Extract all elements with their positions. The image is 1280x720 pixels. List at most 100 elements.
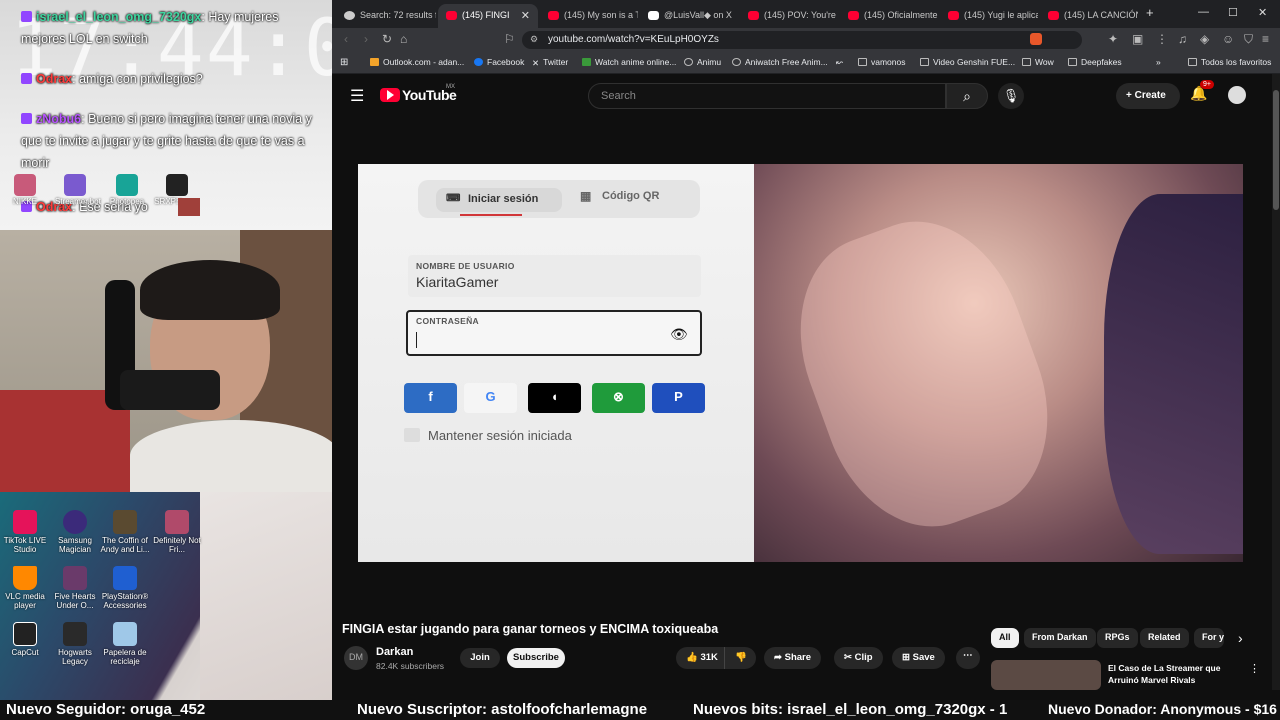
save-playlist-icon: ⊞ [902,652,913,663]
create-button[interactable]: + Create [1116,83,1180,109]
youtube-icon [548,11,559,20]
nikke-icon[interactable] [14,174,36,196]
tab-codigo-qr: ▦ Código QR [580,189,660,203]
ticker-donor: Nuevo Donador: Anonymous - $16 [1048,701,1277,717]
scrollbar-thumb[interactable] [1273,90,1279,210]
all-bookmarks[interactable]: Todos los favoritos [1188,57,1271,67]
user-avatar[interactable] [1228,86,1246,104]
bookmark-facebook[interactable]: Facebook [474,57,524,67]
chip-rpgs[interactable]: RPGs [1097,628,1138,648]
desktop-icon[interactable]: Definitely Not Fri... [152,510,202,554]
desktop-icon[interactable]: Hogwarts Legacy [50,622,100,666]
site-info-icon[interactable]: ⚙ [530,34,538,45]
reload-icon[interactable]: ↻ [382,32,392,46]
bookmark-animu[interactable]: Animu [684,57,721,67]
bookmark-icon[interactable]: ⚐ [504,32,515,46]
menu-more-icon[interactable]: ⋮ [1156,32,1168,46]
clip-button[interactable]: ✂ Clip [834,647,883,669]
bookmark-aniwatch[interactable]: Aniwatch Free Anim... [732,57,828,67]
hamburger-menu-icon[interactable]: ☰ [350,86,364,106]
search-button[interactable]: ⌕ [946,83,988,109]
browser-tab[interactable]: (145) LA CANCIÓN [1040,4,1138,28]
save-button[interactable]: ⊞ Save [892,647,945,669]
browser-tab[interactable]: (145) Yugi le aplica [940,4,1038,28]
desktop-icon[interactable]: Samsung Magician [50,510,100,554]
desktop-icon[interactable]: CapCut [0,622,50,657]
recommended-title[interactable]: El Caso de La Streamer que Arruinó Marve… [1108,662,1238,686]
chevron-right-icon[interactable]: › [1238,630,1243,646]
desktop-icon[interactable]: Papelera de reciclaje [100,622,150,666]
browser-tab[interactable]: (145) My son is a T [540,4,638,28]
outlook-icon [370,58,379,66]
bookmark-twitter[interactable]: ✕ Twitter [532,57,568,69]
subscribe-button[interactable]: Subscribe [507,648,565,668]
more-actions-icon[interactable]: ⋯ [956,647,980,669]
forward-icon[interactable]: › [364,32,368,46]
recommended-thumbnail[interactable] [991,660,1101,690]
new-tab-icon[interactable]: + [1146,5,1154,20]
bookmark-folder[interactable]: Wow [1022,57,1054,67]
chip-for-you[interactable]: For y [1194,628,1224,648]
bookmarks-overflow-icon[interactable]: » [1156,57,1161,67]
region-label: MX [446,84,455,90]
bookmark-more-icon[interactable]: ↜ [836,57,843,68]
desktop-icon[interactable]: PlayStation® Accessories [100,566,150,610]
join-button[interactable]: Join [460,648,500,668]
folder-icon [1022,58,1031,66]
apps-icon[interactable]: ⊞ [340,57,348,68]
address-bar-row: ‹ › ↻ ⌂ ⚐ youtube.com/watch?v=KEuLpH0OYZ… [332,28,1280,52]
channel-avatar[interactable]: DM [344,646,368,670]
like-button[interactable]: 👍 31K [676,647,724,669]
bookmark-outlook[interactable]: Outlook.com - adan... [370,57,464,67]
chip-related[interactable]: Related [1140,628,1189,648]
bookmark-folder[interactable]: Video Genshin FUE... [920,57,1015,67]
dislike-button[interactable]: 👎 [724,647,756,669]
brave-shield-icon[interactable] [1030,33,1042,45]
share-button[interactable]: ➦ Share [764,647,822,669]
google-login-icon: G [464,383,517,413]
youtube-icon [1048,11,1059,20]
chip-from-darkan[interactable]: From Darkan [1024,628,1096,648]
chip-all[interactable]: All [991,628,1019,648]
stream-overlay: 17:44:03 israel_el_leon_omg_7320gx: Hay … [0,0,332,700]
wallet-icon[interactable]: ◈ [1200,32,1209,46]
username-label: NOMBRE DE USUARIO [416,261,515,271]
desktop-icon[interactable]: VLC media player [0,566,50,610]
close-window-icon[interactable]: ✕ [1258,6,1267,19]
close-tab-icon[interactable]: ✕ [521,9,530,22]
recommended-menu-icon[interactable]: ⋮ [1249,662,1260,675]
music-icon[interactable]: ♫ [1178,32,1187,46]
channel-name[interactable]: Darkan [376,646,413,658]
back-icon[interactable]: ‹ [344,32,348,46]
video-player[interactable]: ⌨ Iniciar sesión ▦ Código QR NOMBRE DE USU… [358,164,1243,562]
desktop-icon[interactable]: The Coffin of Andy and Li... [100,510,150,554]
browser-tab[interactable]: @LuisVall◆ on X [640,4,738,28]
bookmark-anime[interactable]: Watch anime online... [582,57,676,67]
photopea-icon[interactable] [116,174,138,196]
extension-icon[interactable]: ▣ [1132,32,1143,46]
maximize-icon[interactable]: ☐ [1228,6,1238,19]
game-icon [165,510,189,534]
shield-icon[interactable]: ⛉ [1244,32,1253,47]
url-input[interactable]: youtube.com/watch?v=KEuLpH0OYZs [522,31,1082,49]
desktop-icon[interactable]: Five Hearts Under O... [50,566,100,610]
minimize-icon[interactable]: — [1198,6,1209,18]
srxph-icon[interactable] [166,174,188,196]
extensions-icon[interactable]: ✦ [1108,32,1118,46]
bookmark-folder[interactable]: Deepfakes [1068,57,1122,67]
browser-tab-active[interactable]: (145) FINGI ✕ [438,4,538,28]
chat-username: zNobu6 [36,112,82,126]
voice-search-button[interactable]: 🎙 [998,83,1024,109]
desktop-icon[interactable]: TikTok LIVE Studio [0,510,50,554]
settings-menu-icon[interactable]: ≡ [1262,32,1269,46]
bookmark-folder[interactable]: vamonos [858,57,906,67]
browser-tab[interactable]: Search: 72 results f [336,4,436,28]
streamerbot-icon[interactable] [64,174,86,196]
browser-tab[interactable]: (145) Oficialmente [840,4,938,28]
thumbs-down-icon: 👎 [735,652,747,663]
profile-icon[interactable]: ☺ [1222,32,1234,46]
home-icon[interactable]: ⌂ [400,32,407,46]
plus-icon: + [1126,90,1135,101]
browser-tab[interactable]: (145) POV: You're a [740,4,838,28]
search-input[interactable]: Search [588,83,946,109]
